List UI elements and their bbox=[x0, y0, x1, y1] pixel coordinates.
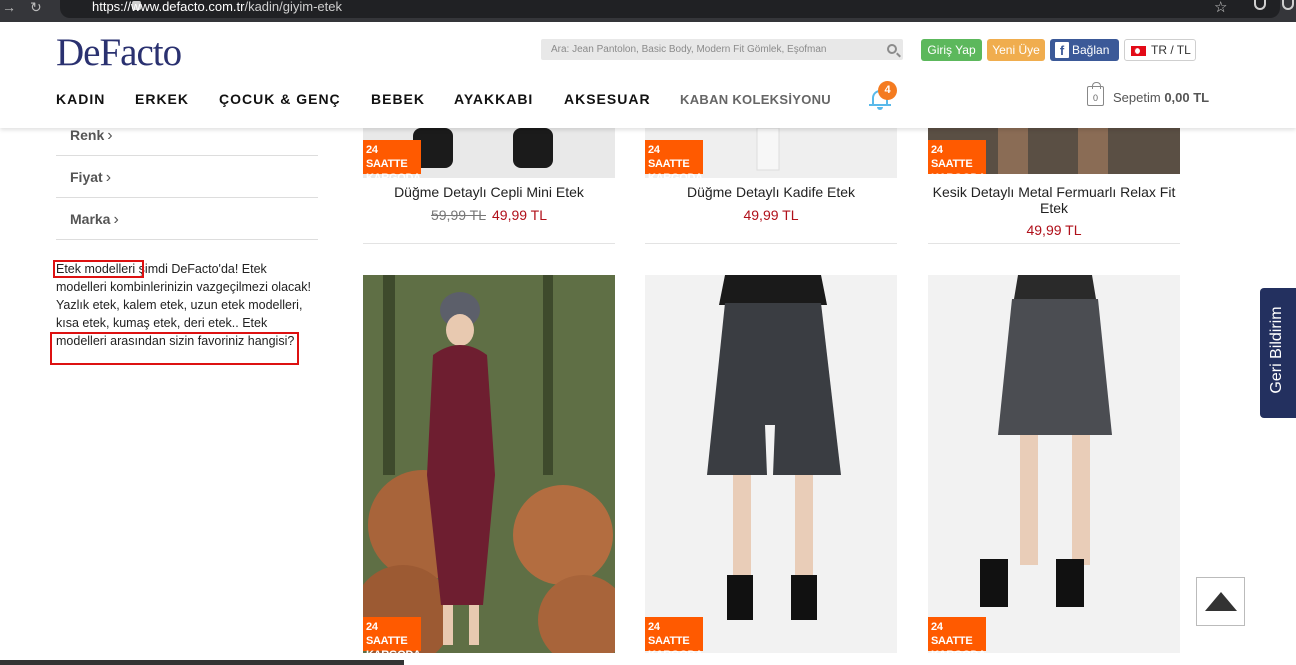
nav-item-bebek[interactable]: BEBEK bbox=[371, 91, 425, 107]
cart-icon[interactable]: 0 bbox=[1087, 82, 1104, 106]
product-title[interactable]: Düğme Detaylı Cepli Mini Etek bbox=[363, 184, 615, 200]
nav-item-cocuk-genc[interactable]: ÇOCUK & GENÇ bbox=[219, 91, 341, 107]
facebook-connect-button[interactable]: f Bağlan bbox=[1050, 39, 1119, 61]
cargo-badge: 24 SAATTE KARGODA bbox=[363, 140, 421, 184]
product-image[interactable] bbox=[363, 275, 615, 653]
defacto-logo[interactable]: DeFacto bbox=[56, 30, 182, 75]
language-selector[interactable]: TR / TL bbox=[1124, 39, 1196, 61]
cart-link[interactable]: Sepetim 0,00 TL bbox=[1113, 90, 1209, 105]
product-price: 49,99 TL bbox=[1026, 222, 1082, 238]
extension-icon[interactable] bbox=[1282, 0, 1294, 10]
download-bar bbox=[0, 660, 404, 665]
site-header: DeFacto Giriş Yap Yeni Üye f Bağlan TR /… bbox=[0, 22, 1296, 128]
turkey-flag-icon bbox=[1131, 46, 1146, 56]
product-image[interactable] bbox=[645, 275, 897, 653]
cargo-badge: 24 SAATTE KARGODA bbox=[928, 140, 986, 184]
highlight-annotation bbox=[50, 332, 299, 365]
language-label: TR / TL bbox=[1151, 43, 1191, 57]
url-text[interactable]: https://www.defacto.com.tr/kadin/giyim-e… bbox=[92, 0, 342, 14]
search-box bbox=[541, 39, 903, 60]
scroll-to-top-button[interactable] bbox=[1196, 577, 1245, 626]
login-button[interactable]: Giriş Yap bbox=[921, 39, 982, 61]
product-photo bbox=[645, 275, 897, 653]
cargo-badge: 24 SAATTE KARGODA bbox=[645, 140, 703, 184]
register-button[interactable]: Yeni Üye bbox=[987, 39, 1045, 61]
product-price: 59,99 TL 49,99 TL bbox=[430, 207, 548, 223]
facebook-label: Bağlan bbox=[1072, 43, 1110, 57]
nav-item-ayakkabi[interactable]: AYAKKABI bbox=[454, 91, 533, 107]
product-title[interactable]: Düğme Detaylı Kadife Etek bbox=[645, 184, 897, 200]
filter-marka[interactable]: Marka bbox=[56, 198, 318, 240]
product-price: 49,99 TL bbox=[743, 207, 799, 223]
nav-item-aksesuar[interactable]: AKSESUAR bbox=[564, 91, 651, 107]
divider bbox=[645, 243, 897, 244]
product-image[interactable] bbox=[928, 275, 1180, 653]
cargo-badge: 24 SAATTE KARGODA bbox=[645, 617, 703, 661]
cargo-badge: 24 SAATTE KARGODA bbox=[363, 617, 421, 661]
back-icon[interactable]: → bbox=[2, 0, 16, 14]
nav-item-kaban-koleksiyonu[interactable]: KABAN KOLEKSİYONU bbox=[680, 92, 831, 107]
nav-item-kadin[interactable]: KADIN bbox=[56, 91, 105, 107]
search-icon[interactable] bbox=[887, 44, 897, 54]
product-title[interactable]: Kesik Detaylı Metal Fermuarlı Relax Fit … bbox=[928, 184, 1180, 216]
filter-fiyat[interactable]: Fiyat bbox=[56, 156, 318, 198]
browser-toolbar: → ↻ https://www.defacto.com.tr/kadin/giy… bbox=[0, 0, 1296, 22]
search-input[interactable] bbox=[541, 39, 881, 60]
feedback-tab[interactable]: Geri Bildirim bbox=[1260, 288, 1296, 418]
cargo-badge: 24 SAATTE KARGODA bbox=[928, 617, 986, 661]
bookmark-star-icon[interactable]: ☆ bbox=[1214, 0, 1227, 16]
divider bbox=[928, 243, 1180, 244]
notification-count-badge: 4 bbox=[878, 81, 897, 100]
product-photo bbox=[928, 275, 1180, 653]
reload-icon[interactable]: ↻ bbox=[30, 0, 42, 14]
nav-item-erkek[interactable]: ERKEK bbox=[135, 91, 189, 107]
product-photo bbox=[363, 275, 615, 653]
facebook-icon: f bbox=[1055, 42, 1069, 58]
highlight-annotation bbox=[53, 260, 144, 278]
divider bbox=[363, 243, 615, 244]
